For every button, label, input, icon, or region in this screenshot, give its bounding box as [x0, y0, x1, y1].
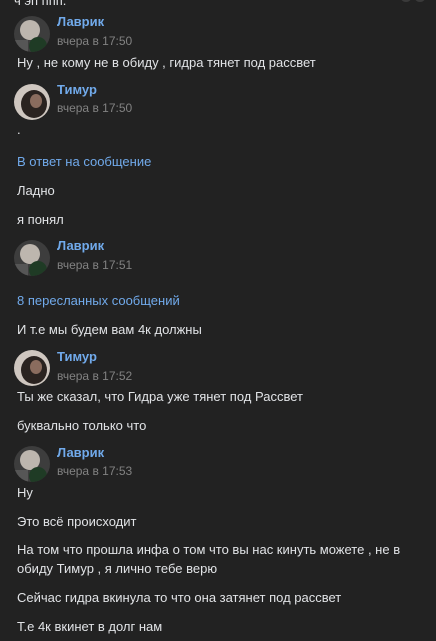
avatar-timur[interactable]	[14, 350, 50, 386]
avatar-lavrik[interactable]	[14, 240, 50, 276]
avatar-photo-icon	[14, 240, 50, 276]
message-time[interactable]: вчера в 17:52	[57, 369, 132, 383]
message-text: Сейчас гидра вкинула то что она затянет …	[17, 590, 342, 605]
message-time[interactable]: вчера в 17:50	[57, 34, 132, 48]
forwarded-messages-link[interactable]: 8 пересланных сообщений	[17, 293, 180, 308]
avatar-photo-icon	[14, 16, 50, 52]
message-time[interactable]: вчера в 17:50	[57, 101, 132, 115]
message-text: Ладно	[17, 183, 55, 198]
message-text: я понял	[17, 212, 64, 227]
author-name[interactable]: Тимур	[57, 82, 97, 97]
message-time[interactable]: вчера в 17:53	[57, 464, 132, 478]
reply-to-message-link[interactable]: В ответ на сообщение	[17, 154, 151, 169]
avatar-lavrik[interactable]	[14, 16, 50, 52]
avatar-photo-icon	[14, 446, 50, 482]
message-text: Ты же сказал, что Гидра уже тянет под Ра…	[17, 389, 303, 404]
message-actions-icon[interactable]	[400, 0, 428, 6]
author-name[interactable]: Лаврик	[57, 238, 104, 253]
message-text: Т.е 4к вкинет в долг нам	[17, 619, 163, 634]
clipped-previous-text: ч эп ппп.	[14, 0, 67, 8]
message-text: На том что прошла инфа о том что вы нас …	[17, 542, 401, 576]
avatar-photo-icon	[14, 350, 50, 386]
avatar-timur[interactable]	[14, 84, 50, 120]
author-name[interactable]: Тимур	[57, 349, 97, 364]
message-text: Ну	[17, 485, 33, 500]
author-name[interactable]: Лаврик	[57, 445, 104, 460]
message-text: буквально только что	[17, 418, 147, 433]
message-text: Это всё происходит	[17, 514, 137, 529]
message-text: Ну , не кому не в обиду , гидра тянет по…	[17, 55, 316, 70]
avatar-lavrik[interactable]	[14, 446, 50, 482]
author-name[interactable]: Лаврик	[57, 14, 104, 29]
message-text: И т.е мы будем вам 4к должны	[17, 322, 202, 337]
message-time[interactable]: вчера в 17:51	[57, 258, 132, 272]
message-text: .	[17, 122, 21, 137]
avatar-photo-icon	[14, 84, 50, 120]
